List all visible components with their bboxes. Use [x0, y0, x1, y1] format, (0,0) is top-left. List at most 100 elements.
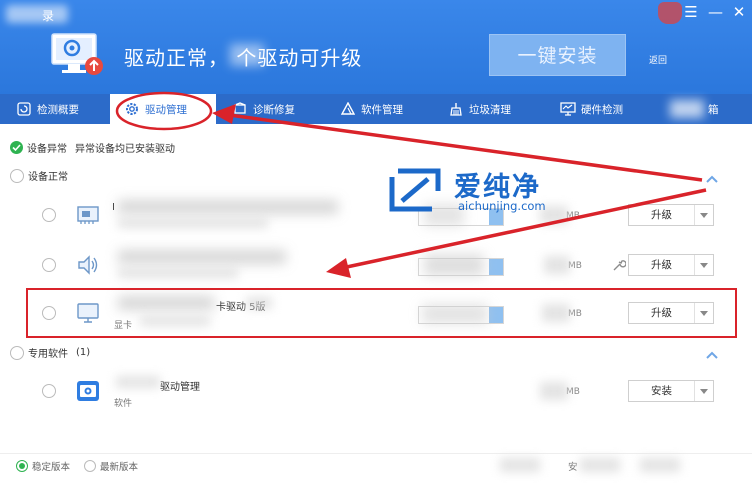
tab-detection-summary[interactable]: 检测概要: [0, 94, 105, 124]
latest-version-option[interactable]: 最新版本: [84, 459, 138, 473]
item-size: MB: [568, 261, 582, 271]
item-name: 驱动管理: [160, 382, 200, 393]
menu-icon[interactable]: ☰: [684, 4, 698, 20]
tab-label: 垃圾清理: [469, 103, 511, 116]
list-item: 驱动管理 软件 MB 安装: [0, 368, 752, 414]
tab-toolbox[interactable]: 箱: [660, 94, 752, 124]
tab-junk-cleanup[interactable]: 垃圾清理: [444, 94, 544, 124]
speaker-icon: [74, 252, 102, 278]
redacted-version: [424, 254, 484, 276]
app-logo-blurred: [6, 5, 68, 23]
footer-bar: 稳定版本 最新版本 安: [0, 453, 752, 491]
group-title: 专用软件: [28, 349, 68, 360]
latest-version-radio[interactable]: [84, 460, 96, 472]
redacted-footer-text-2: [580, 458, 620, 472]
group-normal-devices[interactable]: 设备正常: [10, 168, 68, 183]
redacted-footer-text: [500, 458, 540, 472]
tab-label: 硬件检测: [581, 103, 623, 116]
site-watermark: 爱纯净 aichunjing.com: [388, 165, 578, 217]
stable-version-option[interactable]: 稳定版本: [16, 459, 70, 473]
dropdown-arrow[interactable]: [695, 205, 713, 225]
redacted-name: [118, 250, 286, 264]
item-select-radio[interactable]: [42, 258, 56, 272]
install-button[interactable]: 安装: [628, 380, 714, 402]
collapse-chevron-up-icon[interactable]: [705, 350, 719, 360]
button-label: 升级: [629, 303, 695, 323]
group-count: (1): [76, 347, 91, 358]
watermark-url: aichunjing.com: [458, 199, 546, 213]
display-icon: [74, 300, 102, 326]
redacted-size: [540, 382, 568, 400]
dropdown-arrow: [489, 259, 503, 275]
computer-status-icon: [51, 33, 103, 75]
tab-label: 箱: [708, 103, 719, 116]
upgrade-button[interactable]: 升级: [628, 302, 714, 324]
tab-bar: 检测概要 驱动管理 诊断修复 软件管理 垃圾清理 硬件检测 箱: [0, 94, 752, 124]
button-label: 升级: [629, 255, 695, 275]
item-select-radio[interactable]: [42, 384, 56, 398]
latest-version-label: 最新版本: [100, 462, 139, 473]
button-label: 升级: [629, 205, 695, 225]
tab-software-management[interactable]: 软件管理: [336, 94, 436, 124]
brand-logo-icon: [389, 168, 441, 212]
dropdown-arrow[interactable]: [695, 381, 713, 401]
header-bar: 录 ☰ — ✕ 驱动正常， 个驱动可升级 一键安装 返回: [0, 0, 752, 94]
list-item-display-driver: 卡驱动 5版 显卡 MB 升级: [0, 290, 752, 336]
header-background: [0, 0, 752, 94]
wrench-icon[interactable]: [612, 258, 627, 275]
upgrade-button[interactable]: 升级: [628, 254, 714, 276]
skin-icon[interactable]: [658, 2, 682, 24]
minimize-icon[interactable]: —: [708, 4, 723, 20]
stable-version-radio[interactable]: [16, 460, 28, 472]
redacted-sub: [118, 268, 238, 278]
broom-icon: [448, 101, 464, 117]
camera-software-icon: [74, 378, 102, 404]
item-category: 显卡: [114, 321, 133, 331]
repair-icon: [232, 101, 248, 117]
footer-right-text: 安: [568, 462, 578, 473]
tab-label: 诊断修复: [253, 103, 295, 116]
group-select-radio[interactable]: [10, 345, 24, 360]
software-icon: [340, 101, 356, 117]
tab-driver-management[interactable]: 驱动管理: [110, 94, 216, 124]
redacted-size: [544, 256, 570, 274]
back-link[interactable]: 返回: [649, 53, 667, 66]
redacted-sub: [118, 218, 268, 228]
redacted-name: [116, 376, 160, 388]
dropdown-arrow[interactable]: [695, 303, 713, 323]
list-item: 驱动管理 MB 升级: [0, 242, 752, 288]
tab-hardware-detection[interactable]: 硬件检测: [556, 94, 656, 124]
item-size: MB: [566, 387, 580, 397]
status-count-blurred: [230, 44, 264, 66]
redacted-name: [118, 200, 338, 214]
redacted-size: [542, 304, 570, 322]
list-item: I MB 升级: [0, 192, 752, 238]
redacted-version-text: [246, 297, 272, 309]
one-click-install-button[interactable]: 一键安装: [489, 34, 626, 76]
group-dedicated-software[interactable]: 专用软件 (1): [10, 345, 90, 360]
dropdown-arrow: [489, 307, 503, 323]
abnormal-devices-row: 设备异常 异常设备均已安装驱动: [10, 140, 175, 155]
collapse-chevron-up-icon[interactable]: [705, 174, 719, 184]
toolbox-label-blurred: [670, 100, 704, 118]
item-size: MB: [568, 309, 582, 319]
item-category: 软件: [114, 399, 133, 409]
app-title: 录: [42, 9, 55, 23]
upgrade-button[interactable]: 升级: [628, 204, 714, 226]
item-select-radio[interactable]: [42, 306, 56, 320]
window-controls: ☰ — ✕: [684, 4, 746, 20]
refresh-icon: [16, 101, 32, 117]
tab-label: 软件管理: [361, 103, 403, 116]
item-select-radio[interactable]: [42, 208, 56, 222]
redacted-version: [422, 304, 488, 324]
driver-list-panel: 设备异常 异常设备均已安装驱动 设备正常 I MB 升级 驱动管理: [0, 124, 752, 454]
abnormal-description: 异常设备均已安装驱动: [75, 144, 175, 155]
close-icon[interactable]: ✕: [732, 4, 746, 20]
redacted-name: [118, 296, 214, 310]
item-name: I: [112, 202, 115, 213]
tab-label: 驱动管理: [145, 103, 187, 116]
abnormal-label: 设备异常: [27, 144, 67, 155]
dropdown-arrow[interactable]: [695, 255, 713, 275]
group-select-radio[interactable]: [10, 168, 24, 183]
tab-diagnose-repair[interactable]: 诊断修复: [228, 94, 328, 124]
